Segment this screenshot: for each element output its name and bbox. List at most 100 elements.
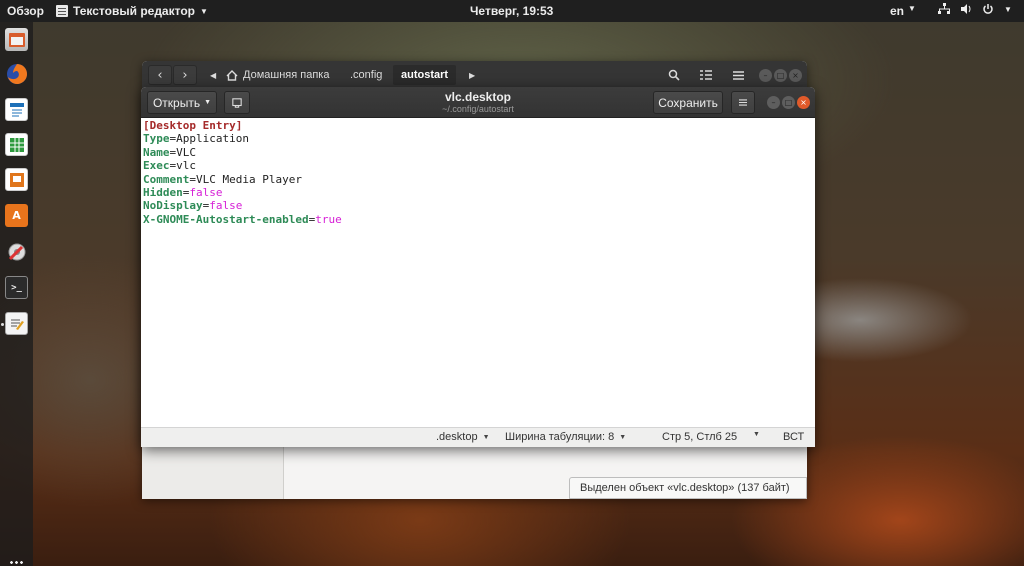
text-editor-header: Открыть ▼ vlc.desktop ~/.config/autostar… (141, 87, 815, 118)
running-indicator (1, 323, 4, 326)
volume-icon (961, 4, 971, 14)
minimize-button[interactable]: – (767, 96, 780, 109)
calc-icon[interactable] (5, 133, 28, 156)
system-tray[interactable]: ▼ (938, 3, 1012, 15)
save-button[interactable]: Сохранить (653, 91, 723, 114)
code-line: Name=VLC (143, 146, 813, 159)
breadcrumb-label: .config (350, 69, 383, 81)
minimize-button[interactable]: – (759, 69, 772, 82)
line-value: VLC (176, 145, 196, 159)
file-manager-header: ‹ › ◀ Домашняя папка .config autostart ▶… (142, 61, 807, 89)
code-line: Hidden=false (143, 186, 813, 199)
document-title: vlc.desktop (444, 90, 512, 104)
breadcrumb-autostart[interactable]: autostart (393, 65, 457, 85)
section-header: [Desktop Entry] (143, 119, 243, 132)
writer-icon[interactable] (5, 98, 28, 121)
caret-down-icon: ▼ (908, 4, 916, 13)
clock[interactable]: Четверг, 19:53 (470, 4, 553, 18)
caret-left-icon: ◀ (210, 70, 217, 80)
caret-down-icon: ▼ (619, 433, 627, 441)
chevron-right-icon: › (182, 67, 188, 83)
line-key: NoDisplay (143, 199, 203, 213)
search-button[interactable] (660, 65, 688, 85)
breadcrumb-home[interactable]: Домашняя папка (218, 65, 337, 85)
caret-down-icon: ▼ (200, 6, 208, 16)
settings-icon[interactable] (5, 240, 28, 263)
menu-button[interactable] (725, 65, 752, 85)
document-path: ~/.config/autostart (442, 104, 514, 114)
open-button[interactable]: Открыть ▼ (147, 91, 217, 114)
line-key: Type (143, 132, 170, 146)
home-icon (226, 69, 238, 81)
breadcrumb-label: Домашняя папка (243, 69, 330, 81)
save-button-label: Сохранить (658, 95, 718, 110)
maximize-icon: □ (784, 98, 793, 107)
code-line: [Desktop Entry] (143, 119, 813, 132)
caret-right-icon: ▶ (469, 70, 476, 80)
cursor-position-label: Стр 5, Стлб 25 (662, 431, 738, 443)
hamburger-icon (733, 70, 744, 80)
menu-button[interactable] (731, 91, 755, 114)
maximize-icon: □ (776, 71, 785, 80)
forward-button[interactable]: › (173, 65, 197, 85)
line-key: Name (143, 145, 170, 159)
line-key: Exec (143, 159, 170, 173)
maximize-button[interactable]: □ (774, 69, 787, 82)
close-icon: × (800, 98, 807, 107)
files-icon[interactable] (5, 28, 28, 51)
show-applications-icon[interactable] (9, 560, 24, 566)
back-button[interactable]: ‹ (148, 65, 172, 85)
new-document-icon (232, 97, 242, 108)
close-icon: × (792, 71, 799, 80)
code-line: X-GNOME-Autostart-enabled=true (143, 213, 813, 226)
line-value: true (315, 212, 342, 226)
breadcrumb-label: autostart (401, 69, 449, 81)
close-button[interactable]: × (789, 69, 802, 82)
code-line: Comment=VLC Media Player (143, 173, 813, 186)
text-editor-icon[interactable] (5, 312, 28, 335)
activities-button[interactable]: Обзор (7, 4, 44, 18)
language-indicator[interactable]: en ▼ (890, 4, 916, 18)
caret-down-icon: ▼ (753, 431, 760, 438)
line-value: Application (176, 132, 249, 146)
file-manager-sidebar (142, 441, 283, 499)
equals-sign: = (189, 172, 196, 186)
code-line: Exec=vlc (143, 159, 813, 172)
close-button[interactable]: × (797, 96, 810, 109)
tab-width-selector[interactable]: Ширина табуляции: 8 ▼ (505, 431, 626, 443)
app-menu[interactable]: Текстовый редактор ▼ (56, 4, 208, 18)
line-value: false (189, 185, 223, 199)
language-label: en (890, 4, 905, 18)
search-icon (668, 69, 680, 81)
new-document-button[interactable] (224, 91, 250, 114)
network-icon (938, 3, 950, 14)
breadcrumb-config[interactable]: .config (342, 65, 390, 85)
caret-down-icon: ▼ (1004, 4, 1012, 14)
impress-icon[interactable] (5, 168, 28, 191)
software-center-icon[interactable]: A (5, 204, 28, 227)
line-value: VLC Media Player (195, 172, 302, 186)
maximize-button[interactable]: □ (782, 96, 795, 109)
firefox-icon[interactable] (5, 62, 28, 85)
dock: A >_ (0, 22, 33, 566)
line-value: false (209, 199, 243, 213)
position-menu[interactable]: ▼ (753, 431, 760, 438)
language-selector[interactable]: .desktop ▼ (436, 431, 490, 443)
line-key: Comment (143, 172, 190, 186)
line-value: vlc (176, 159, 196, 173)
insert-mode-label: ВСТ (783, 431, 805, 443)
text-editor-icon (56, 5, 68, 17)
language-label: .desktop (436, 431, 478, 443)
path-scroll-right[interactable]: ▶ (461, 65, 483, 85)
text-editor-area[interactable]: [Desktop Entry] Type = Application Name=VL… (141, 118, 815, 427)
terminal-icon[interactable]: >_ (5, 276, 28, 299)
app-menu-label: Текстовый редактор (73, 4, 195, 18)
code-line: NoDisplay=false (143, 199, 813, 212)
minimize-icon: – (771, 98, 776, 107)
tab-width-label: Ширина табуляции: 8 (505, 431, 615, 443)
minimize-icon: – (763, 71, 768, 80)
text-editor-statusbar: .desktop ▼ Ширина табуляции: 8 ▼ Стр 5, … (141, 427, 815, 447)
list-view-icon (700, 70, 712, 80)
cursor-position[interactable]: Стр 5, Стлб 25 (662, 431, 737, 443)
view-toggle-button[interactable] (692, 65, 720, 85)
